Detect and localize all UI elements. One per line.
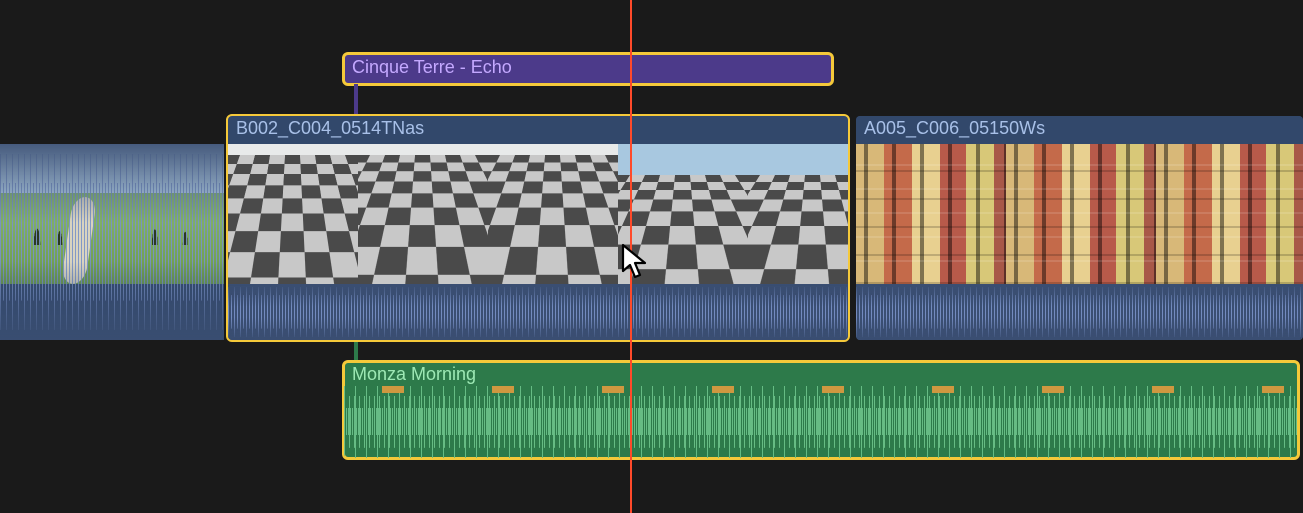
thumbnail <box>228 144 358 284</box>
thumbnail-strip <box>856 144 1303 284</box>
clip-connection-stem <box>354 84 358 118</box>
thumbnail <box>1156 144 1303 284</box>
thumbnail <box>488 144 618 284</box>
audio-clip-label: Monza Morning <box>352 364 476 385</box>
thumbnail-strip <box>228 144 848 284</box>
video-clip-label: B002_C004_0514TNas <box>236 118 424 139</box>
audio-waveform <box>344 386 1298 458</box>
thumbnail <box>748 144 848 284</box>
video-clip-a005[interactable]: A005_C006_05150Ws <box>856 116 1303 340</box>
thumbnail <box>358 144 488 284</box>
audio-waveform <box>0 284 224 340</box>
thumbnail <box>618 144 748 284</box>
video-clip-label: A005_C006_05150Ws <box>864 118 1045 139</box>
clip-title-bar: A005_C006_05150Ws <box>856 116 1303 144</box>
timeline[interactable]: Cinque Terre - Echo B002_C004_0514TNas <box>0 0 1303 513</box>
audio-waveform <box>228 284 848 340</box>
video-clip-leading[interactable] <box>0 144 224 340</box>
audio-clip-monza-morning[interactable]: Monza Morning <box>344 362 1298 458</box>
video-clip-b002[interactable]: B002_C004_0514TNas <box>228 116 848 340</box>
thumbnail <box>1006 144 1156 284</box>
audio-waveform <box>856 284 1303 340</box>
title-clip-label: Cinque Terre - Echo <box>352 57 512 78</box>
thumbnail <box>856 144 1006 284</box>
title-clip-cinque-terre-echo[interactable]: Cinque Terre - Echo <box>344 54 832 84</box>
clip-connection-stem <box>354 338 358 364</box>
clip-title-bar: B002_C004_0514TNas <box>228 116 848 144</box>
